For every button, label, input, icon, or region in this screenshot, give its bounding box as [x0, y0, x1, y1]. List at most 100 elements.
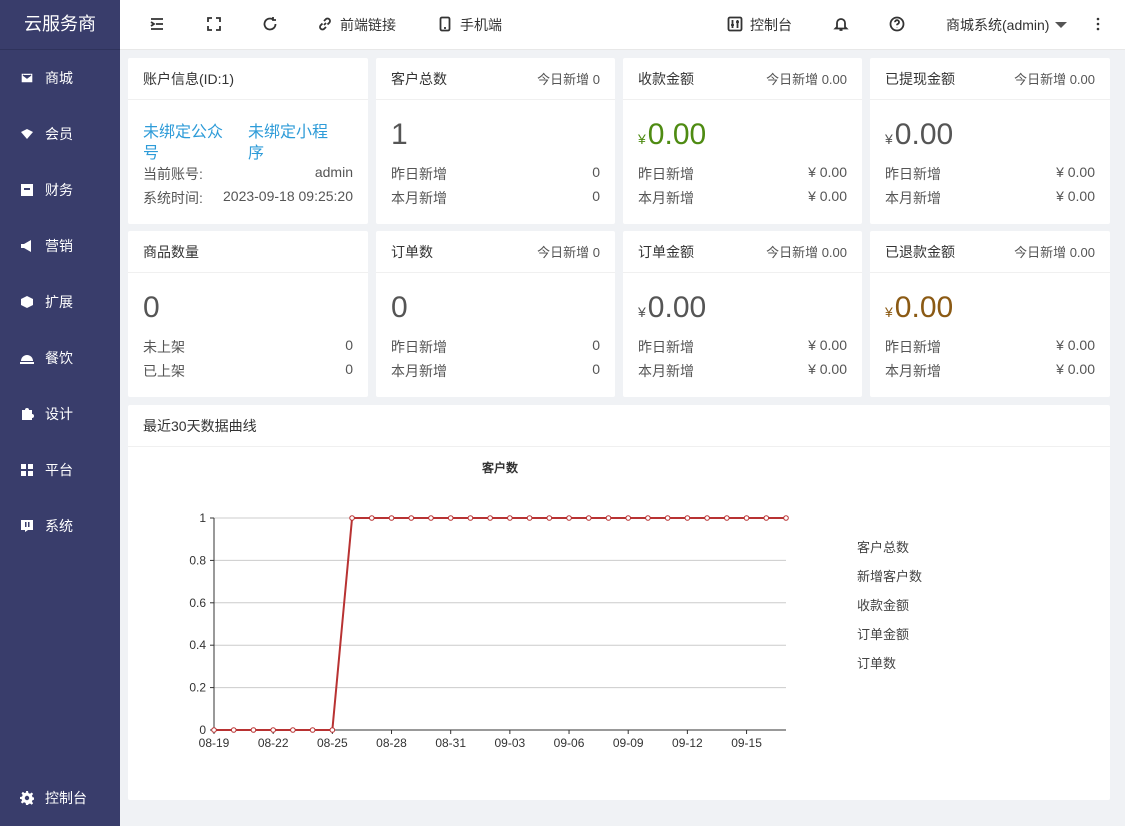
- data-point: [290, 727, 296, 733]
- data-point: [645, 515, 651, 521]
- legend-item[interactable]: 订单数: [857, 653, 896, 672]
- yesterday-label: 昨日新增: [885, 166, 941, 182]
- today-new: 今日新增 0.00: [1014, 245, 1095, 260]
- top-header: 前端链接 手机端 控制台 商城系统(admin): [120, 0, 1125, 50]
- data-point: [625, 515, 632, 521]
- data-point: [349, 515, 355, 521]
- fullscreen-button[interactable]: [206, 0, 222, 50]
- frontend-link-label: 前端链接: [340, 17, 396, 33]
- yesterday-label: 昨日新增: [885, 339, 941, 355]
- x-tick-label: 08-31: [435, 736, 466, 750]
- brand-title[interactable]: 云服务商: [0, 0, 120, 50]
- sidebar-item-system[interactable]: 系统: [0, 498, 120, 554]
- yesterday-label: 昨日新增: [391, 166, 447, 182]
- card-title: 已退款金额: [885, 243, 955, 260]
- x-tick-label: 09-15: [731, 736, 762, 750]
- account-info-card: 账户信息(ID:1) 未绑定公众号 未绑定小程序 当前账号: admin 系统时间…: [128, 58, 368, 224]
- yesterday-label: 昨日新增: [638, 166, 694, 182]
- account-value: admin: [314, 164, 353, 180]
- unlisted-label: 未上架: [143, 339, 185, 355]
- notification-button[interactable]: [833, 0, 849, 50]
- amount-value: 0.00: [647, 118, 707, 151]
- data-point: [447, 515, 454, 521]
- sidebar-item-member[interactable]: 会员: [0, 106, 120, 162]
- y-tick-label: 0.6: [189, 596, 206, 610]
- data-point: [329, 727, 336, 733]
- chart-title: 客户数: [481, 460, 519, 475]
- bind-official-account-link[interactable]: 未绑定公众号: [143, 122, 231, 164]
- data-point: [230, 727, 237, 733]
- yen-sign: ¥: [885, 304, 893, 320]
- refresh-button[interactable]: [262, 0, 278, 50]
- system-time-value: 2023-09-18 09:25:20: [223, 188, 353, 204]
- x-tick-label: 09-06: [554, 736, 585, 750]
- data-point: [704, 515, 710, 521]
- grid-icon: [20, 463, 34, 477]
- cube-icon: [20, 295, 34, 309]
- mobile-button[interactable]: 手机端: [437, 0, 502, 50]
- x-tick-label: 09-12: [672, 736, 703, 750]
- sidebar-item-label: 商城: [45, 70, 73, 86]
- data-point: [211, 727, 217, 733]
- customers-card: 客户总数 今日新增 0 1 昨日新增 0 本月新增 0: [376, 58, 615, 224]
- revenue-card: 收款金额 今日新增 0.00 ¥0.00 昨日新增 ¥ 0.00 本月新增 ¥ 0.0…: [623, 58, 862, 224]
- sidebar-item-finance[interactable]: 财务: [0, 162, 120, 218]
- finance-icon: [20, 183, 34, 197]
- sidebar-item-label: 平台: [45, 462, 73, 478]
- today-new: 今日新增 0.00: [766, 72, 847, 87]
- legend-item[interactable]: 新增客户数: [857, 566, 922, 585]
- sidebar-item-platform[interactable]: 平台: [0, 442, 120, 498]
- x-tick-label: 08-28: [376, 736, 407, 750]
- customers-total: 1: [391, 118, 408, 151]
- month-label: 本月新增: [885, 190, 941, 206]
- y-tick-label: 0.8: [189, 553, 206, 567]
- yesterday-label: 昨日新增: [638, 339, 694, 355]
- card-title: 订单数: [391, 243, 433, 260]
- mobile-icon: [437, 16, 453, 35]
- products-card: 商品数量 0 未上架 0 已上架 0: [128, 231, 368, 397]
- data-point: [487, 515, 493, 521]
- month-value: 0: [592, 361, 600, 377]
- today-new: 今日新增 0.00: [766, 245, 847, 260]
- system-icon: [20, 519, 34, 533]
- chart-card-title: 最近30天数据曲线: [143, 417, 257, 434]
- collapse-menu-button[interactable]: [149, 0, 165, 50]
- more-button[interactable]: [1090, 0, 1106, 50]
- yesterday-value: ¥ 0.00: [1056, 337, 1095, 353]
- console-label: 控制台: [750, 17, 792, 33]
- frontend-link-button[interactable]: 前端链接: [317, 0, 396, 50]
- data-point: [507, 515, 513, 521]
- link-icon: [317, 16, 333, 35]
- mobile-label: 手机端: [460, 17, 502, 33]
- sidebar-item-dining[interactable]: 餐饮: [0, 330, 120, 386]
- data-point: [783, 515, 789, 521]
- month-value: ¥ 0.00: [808, 188, 847, 204]
- sidebar-item-design[interactable]: 设计: [0, 386, 120, 442]
- sidebar-item-console[interactable]: 控制台: [0, 770, 120, 826]
- revenue-amount: ¥0.00: [638, 118, 706, 156]
- sidebar-item-label: 扩展: [45, 294, 73, 310]
- fullscreen-icon: [206, 16, 222, 35]
- card-title: 商品数量: [143, 243, 199, 260]
- sidebar-item-marketing[interactable]: 营销: [0, 218, 120, 274]
- x-tick-label: 08-22: [258, 736, 289, 750]
- yesterday-value: ¥ 0.00: [808, 337, 847, 353]
- legend-item[interactable]: 订单金额: [857, 624, 909, 643]
- sidebar-item-mall[interactable]: 商城: [0, 50, 120, 106]
- legend-item[interactable]: 收款金额: [857, 595, 909, 614]
- listed-value: 0: [345, 361, 353, 377]
- data-point: [566, 515, 572, 521]
- sidebar-item-extend[interactable]: 扩展: [0, 274, 120, 330]
- console-button[interactable]: 控制台: [727, 0, 792, 50]
- help-icon: [889, 16, 905, 35]
- line-chart: 客户数 0 0.2 0.4 0.6 0.8 1 08-19 08-22 08-25 08-28 08-…: [189, 460, 789, 750]
- today-new: 今日新增 0.00: [1014, 72, 1095, 87]
- data-point: [763, 515, 770, 521]
- withdrawn-card: 已提现金额 今日新增 0.00 ¥0.00 昨日新增 ¥ 0.00 本月新增 ¥ 0.…: [870, 58, 1110, 224]
- y-tick-label: 1: [199, 511, 206, 525]
- legend-item[interactable]: 客户总数: [857, 537, 909, 556]
- amount-value: 0.00: [647, 291, 707, 324]
- bind-mini-program-link[interactable]: 未绑定小程序: [248, 122, 336, 164]
- help-button[interactable]: [889, 0, 905, 50]
- user-menu-button[interactable]: 商城系统(admin): [946, 0, 1068, 50]
